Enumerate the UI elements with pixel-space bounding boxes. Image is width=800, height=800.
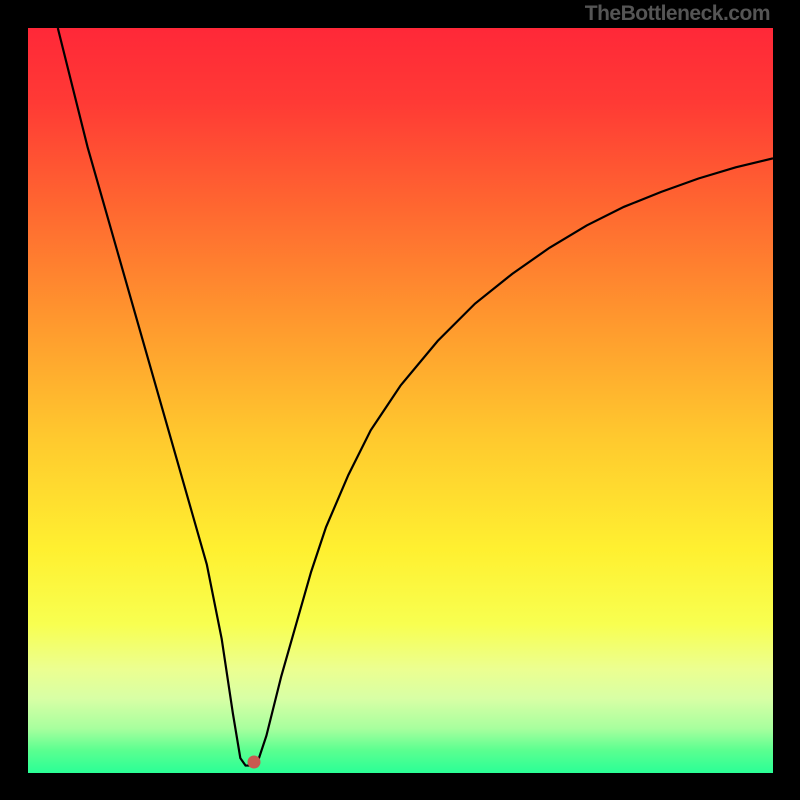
- optimal-point-marker: [247, 755, 260, 768]
- watermark-text: TheBottleneck.com: [585, 2, 770, 26]
- curve-line: [28, 28, 773, 773]
- plot-area: [28, 28, 773, 773]
- chart-frame: TheBottleneck.com: [0, 0, 800, 800]
